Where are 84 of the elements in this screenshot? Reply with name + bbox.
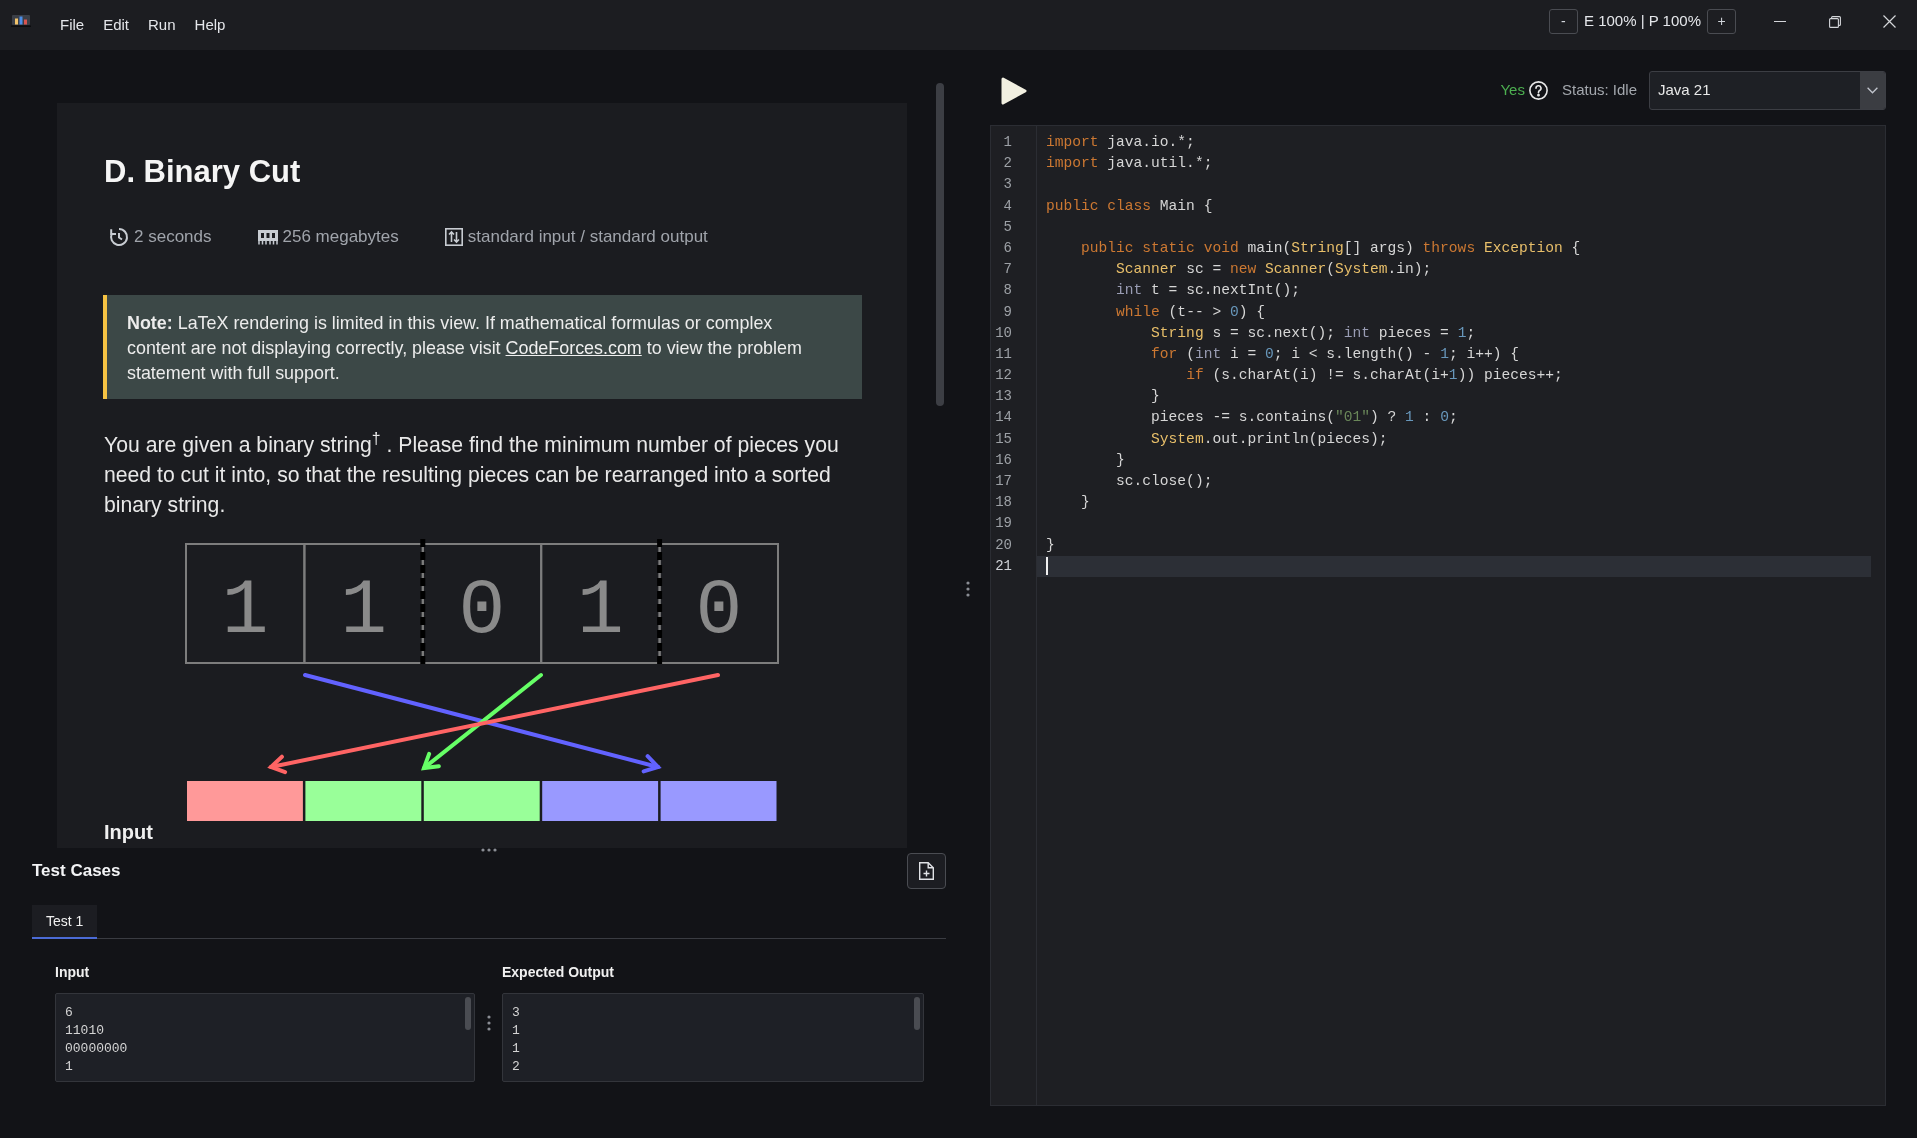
field-label: Input — [55, 963, 90, 982]
code-line: import java.util.*; — [1046, 154, 1213, 174]
timer-icon — [109, 227, 129, 247]
menu-item[interactable]: Help — [194, 13, 226, 37]
field-label: Expected Output — [502, 963, 614, 982]
close-icon[interactable] — [1883, 15, 1896, 28]
line-number: 1 — [1003, 133, 1012, 152]
chevron-down-icon — [1867, 87, 1878, 94]
play-icon[interactable] — [1000, 75, 1027, 106]
limit-text: 2 seconds — [134, 226, 212, 249]
code-line: int t = sc.nextInt(); — [1116, 281, 1300, 301]
line-number: 5 — [1003, 217, 1012, 237]
drag-handle-icon[interactable] — [481, 848, 497, 852]
code-line: String s = sc.next(); int pieces = 1; — [1151, 323, 1476, 343]
code-line: Scanner sc = new Scanner(System.in); — [1116, 260, 1432, 280]
scrollbar-thumb[interactable] — [936, 83, 944, 406]
bar-chart-icon — [11, 15, 31, 27]
swap-arrows-icon — [444, 228, 463, 246]
line-number: 15 — [995, 429, 1012, 449]
zoom-reading: E 100% | P 100% — [1583, 11, 1701, 32]
indicator-label: Yes — [1500, 80, 1525, 101]
line-number: 6 — [1003, 238, 1012, 258]
line-number: 18 — [995, 493, 1012, 513]
line-number: 10 — [995, 323, 1012, 343]
line-number: 13 — [995, 387, 1012, 407]
code-line: System.out.println(pieces); — [1151, 429, 1388, 449]
minimize-icon[interactable] — [1773, 21, 1786, 22]
code-line: if (s.charAt(i) != s.charAt(i+1)) pieces++; — [1186, 366, 1563, 386]
line-number: 12 — [995, 366, 1012, 386]
line-number: 9 — [1003, 302, 1012, 322]
scrollbar-thumb[interactable] — [465, 997, 471, 1030]
line-number: 7 — [1003, 260, 1012, 280]
note-text: Note: LaTeX rendering is limited in this view. If mathematical formulas or complex content are not displaying correctly, please visit CodeForces.com to view the problem statement with full support. — [127, 312, 803, 385]
line-number: 11 — [995, 344, 1012, 364]
add-test-button[interactable] — [907, 853, 946, 889]
code-line: } — [1081, 493, 1090, 513]
code-line: } — [1046, 535, 1055, 555]
digit-cell: 1 — [185, 543, 306, 664]
memory-chip-icon — [257, 229, 278, 245]
panel-title: Test Cases — [32, 860, 121, 883]
line-number: 3 — [1003, 175, 1012, 195]
restore-icon[interactable] — [1828, 15, 1841, 28]
limit-text: 256 megabytes — [282, 226, 399, 249]
code-line: sc.close(); — [1116, 472, 1213, 491]
drag-handle-icon[interactable] — [966, 581, 970, 597]
menu-item[interactable]: Run — [148, 13, 176, 37]
drag-handle-icon[interactable] — [486, 1015, 491, 1031]
line-number: 2 — [1003, 154, 1012, 174]
menu-item[interactable]: File — [60, 13, 85, 37]
problem-statement: You are given a binary string$^{†}$ . Please find the minimum number of pieces you need to cut it into, so that the resulting pieces can be rearranged into a sorted binary string. — [104, 430, 840, 519]
digit-cell: 0 — [421, 543, 543, 664]
text-cursor — [1046, 557, 1048, 576]
code-line: public class Main { — [1046, 196, 1213, 216]
code-line: } — [1116, 450, 1125, 470]
line-number: 17 — [995, 472, 1012, 491]
section-heading: Input — [104, 821, 153, 843]
input-field[interactable]: 6 11010 00000000 1 — [55, 993, 475, 1082]
code-line: for (int i = 0; i < s.length() - 1; i++) { — [1151, 344, 1519, 364]
digit-cell: 0 — [658, 543, 779, 664]
output-field[interactable]: 3 1 1 2 — [502, 993, 924, 1082]
line-number: 16 — [995, 450, 1012, 470]
menu-item[interactable]: Edit — [103, 13, 130, 37]
scrollbar-thumb[interactable] — [914, 997, 920, 1030]
language-dropdown[interactable]: Java 21 — [1649, 71, 1886, 110]
line-number: 19 — [995, 514, 1012, 534]
status-label: Status: Idle — [1561, 80, 1637, 101]
code-line: } — [1151, 387, 1160, 407]
tab[interactable]: Test 1 — [32, 905, 98, 939]
code-line: while (t-- > 0) { — [1116, 302, 1265, 322]
file-plus-icon — [919, 862, 934, 880]
help-icon[interactable] — [1528, 81, 1548, 100]
code-line: import java.io.*; — [1046, 133, 1195, 152]
line-number: 21 — [995, 556, 1012, 576]
code-line: pieces -= s.contains("01") ? 1 : 0; — [1151, 408, 1458, 428]
limit-text: standard input / standard output — [467, 226, 708, 249]
zoom-out-button[interactable]: - — [1548, 9, 1578, 34]
zoom-in-button[interactable]: + — [1707, 9, 1736, 34]
link[interactable]: CodeForces.com — [505, 338, 642, 358]
line-number: 14 — [995, 408, 1012, 428]
code-line: public static void main(String[] args) throws Exception { — [1081, 238, 1581, 258]
line-number: 4 — [1003, 196, 1012, 216]
line-number: 8 — [1003, 281, 1012, 301]
line-number: 20 — [995, 535, 1012, 555]
problem-title: D. Binary Cut — [104, 153, 301, 191]
